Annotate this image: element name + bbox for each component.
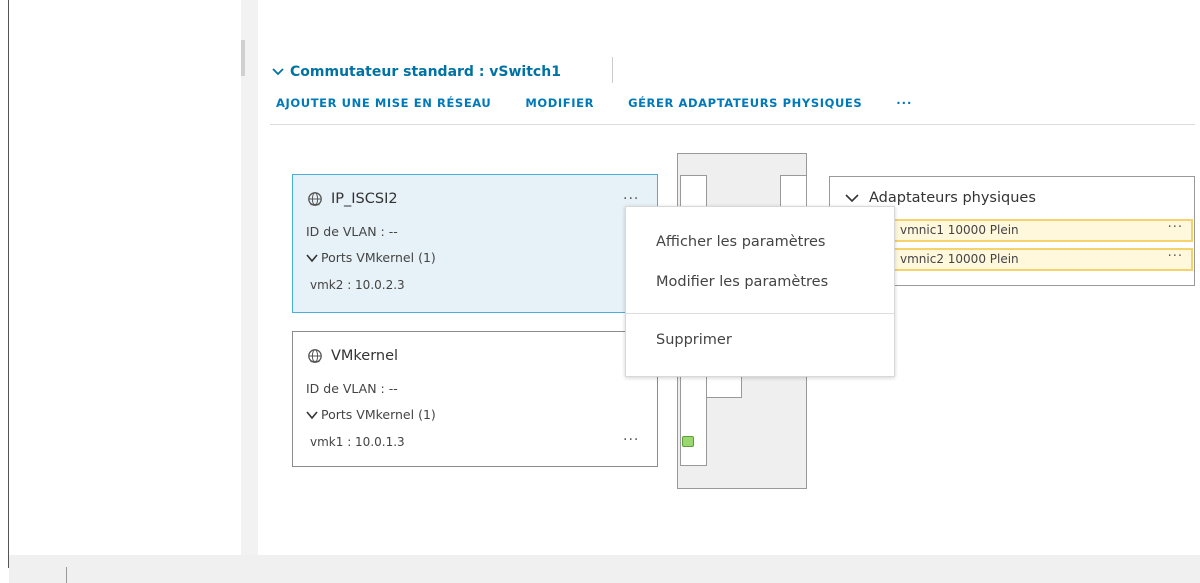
- network-globe-icon: [308, 349, 322, 363]
- port-group-more-button[interactable]: ···: [623, 432, 639, 448]
- vmkernel-ports-toggle[interactable]: Ports VMkernel (1): [306, 250, 436, 265]
- bottom-bar: [9, 555, 1200, 583]
- more-actions-button[interactable]: ···: [896, 96, 912, 110]
- bottom-divider: [66, 567, 67, 583]
- scrollbar-track[interactable]: [241, 0, 258, 568]
- edit-button[interactable]: MODIFIER: [525, 96, 594, 110]
- vswitch-header[interactable]: Commutateur standard : vSwitch1: [270, 60, 561, 84]
- left-panel-border: [8, 0, 9, 568]
- port-group-card[interactable]: VMkernel ID de VLAN : -- Ports VMkernel …: [292, 331, 658, 467]
- port-group-name: IP_ISCSI2: [331, 191, 398, 207]
- port-group-card[interactable]: IP_ISCSI2 ··· ID de VLAN : -- Ports VMke…: [292, 174, 658, 313]
- vlan-id: ID de VLAN : --: [306, 381, 398, 396]
- menu-separator: [626, 313, 894, 314]
- network-globe-icon: [308, 192, 322, 206]
- chevron-down-icon: [306, 253, 318, 262]
- adapter-label: vmnic1 10000 Plein: [900, 223, 1019, 237]
- switch-port-strip: [680, 372, 707, 466]
- scrollbar-thumb[interactable]: [241, 40, 245, 76]
- action-bar-divider: [270, 124, 1195, 125]
- menu-item-edit-settings[interactable]: Modifier les paramètres: [656, 274, 828, 290]
- port-status-indicator: [682, 436, 694, 447]
- vmk-address: vmk1 : 10.0.1.3: [310, 435, 405, 449]
- port-group-more-button[interactable]: ···: [623, 191, 639, 207]
- menu-item-delete[interactable]: Supprimer: [656, 332, 732, 348]
- physical-adapters-toggle[interactable]: Adaptateurs physiques: [845, 190, 1036, 206]
- port-group-title: VMkernel: [307, 348, 398, 364]
- physical-adapter-row[interactable]: vmnic2 10000 Plein ···: [887, 248, 1193, 271]
- chevron-down-icon[interactable]: [270, 64, 286, 80]
- vlan-id: ID de VLAN : --: [306, 224, 398, 239]
- manage-physical-adapters-button[interactable]: GÉRER ADAPTATEURS PHYSIQUES: [628, 96, 862, 110]
- adapter-more-button[interactable]: ···: [1168, 220, 1183, 235]
- adapter-more-button[interactable]: ···: [1168, 249, 1183, 264]
- context-menu: Afficher les paramètres Modifier les par…: [625, 206, 895, 377]
- vmkernel-ports-toggle[interactable]: Ports VMkernel (1): [306, 407, 436, 422]
- vmk-address: vmk2 : 10.0.2.3: [310, 278, 405, 292]
- chevron-down-icon: [306, 410, 318, 419]
- port-group-title: IP_ISCSI2: [307, 191, 398, 207]
- vmkernel-ports-label: Ports VMkernel (1): [321, 250, 436, 265]
- chevron-down-icon: [845, 194, 859, 203]
- vmkernel-ports-label: Ports VMkernel (1): [321, 407, 436, 422]
- adapter-label: vmnic2 10000 Plein: [900, 252, 1019, 266]
- menu-item-view-settings[interactable]: Afficher les paramètres: [656, 234, 826, 250]
- physical-adapter-row[interactable]: vmnic1 10000 Plein ···: [887, 219, 1193, 242]
- header-divider: [612, 57, 613, 83]
- port-group-name: VMkernel: [331, 348, 399, 364]
- action-bar: AJOUTER UNE MISE EN RÉSEAU MODIFIER GÉRE…: [276, 96, 912, 110]
- physical-adapters-title: Adaptateurs physiques: [869, 190, 1036, 206]
- vswitch-title[interactable]: Commutateur standard : vSwitch1: [290, 64, 561, 80]
- add-networking-button[interactable]: AJOUTER UNE MISE EN RÉSEAU: [276, 96, 491, 110]
